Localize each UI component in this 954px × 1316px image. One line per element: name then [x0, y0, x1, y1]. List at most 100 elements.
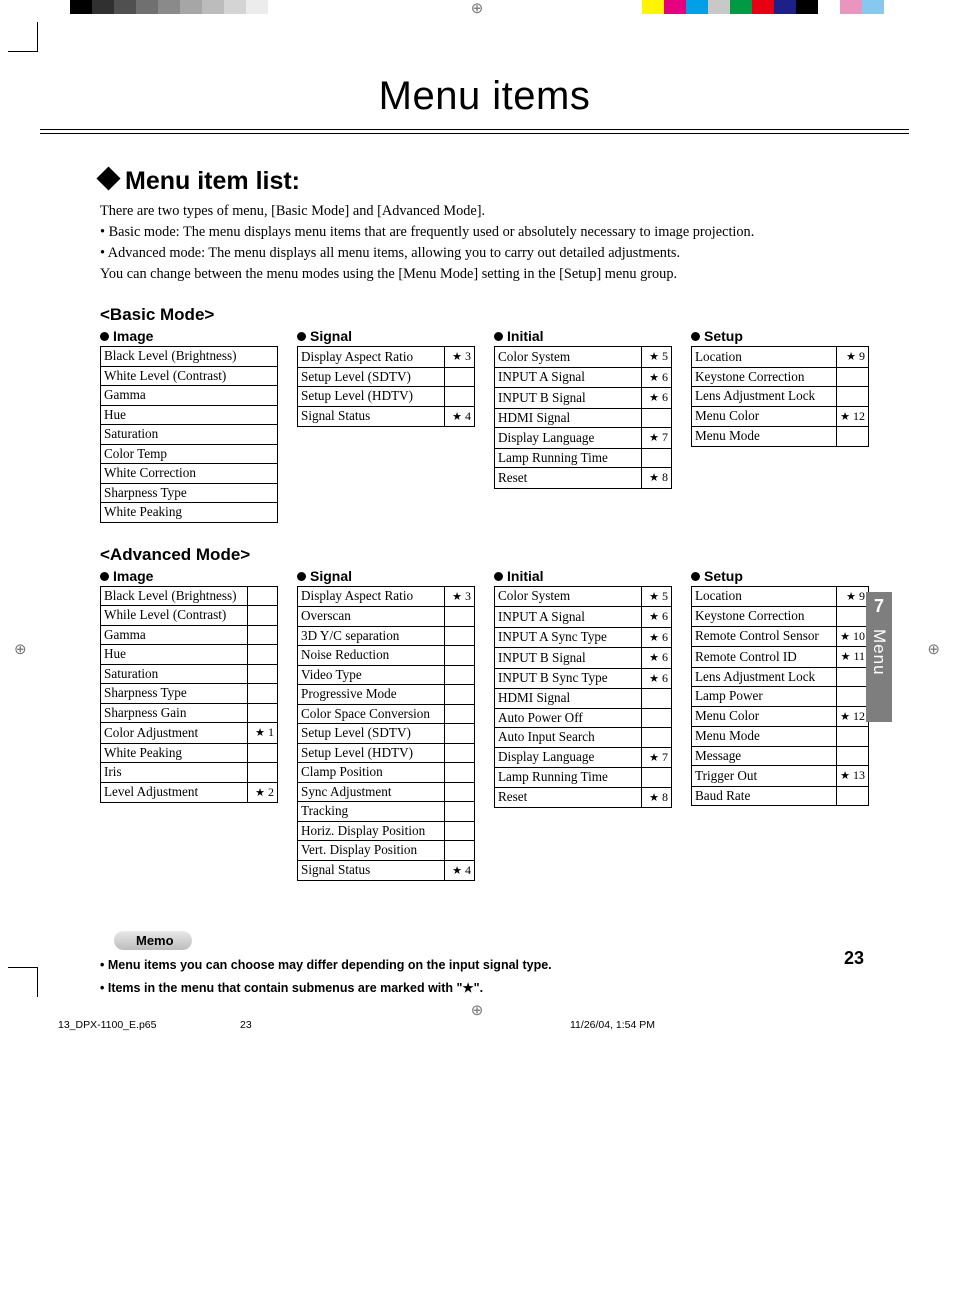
submenu-mark: [837, 367, 869, 387]
submenu-mark: [445, 743, 475, 763]
menu-item-label: Progressive Mode: [298, 685, 445, 705]
memo-line: • Menu items you can choose may differ d…: [100, 958, 869, 972]
menu-item-label: Trigger Out: [692, 766, 837, 787]
menu-item-label: Menu Color: [692, 706, 837, 727]
submenu-mark: [837, 786, 869, 806]
color-swatch: [246, 0, 268, 14]
menu-item-label: Gamma: [101, 386, 278, 406]
submenu-mark: ★ 12: [837, 406, 869, 427]
table-row: INPUT B Sync Type★ 6: [495, 668, 672, 689]
menu-item-label: HDMI Signal: [495, 689, 642, 709]
table-row: Reset★ 8: [495, 468, 672, 489]
submenu-mark: [642, 448, 672, 468]
table-row: White Level (Contrast): [101, 366, 278, 386]
submenu-mark: [837, 387, 869, 407]
color-swatch: [114, 0, 136, 14]
table-row: Black Level (Brightness): [101, 347, 278, 367]
memo-line: • Items in the menu that contain submenu…: [100, 980, 869, 995]
menu-item-label: Saturation: [101, 664, 248, 684]
table-row: Menu Mode: [692, 727, 869, 747]
menu-item-label: Horiz. Display Position: [298, 821, 445, 841]
submenu-mark: [445, 763, 475, 783]
group-heading: Signal: [297, 568, 475, 584]
table-row: Sharpness Gain: [101, 703, 278, 723]
submenu-mark: ★ 7: [642, 428, 672, 449]
menu-item-label: Video Type: [298, 665, 445, 685]
menu-item-label: Setup Level (SDTV): [298, 724, 445, 744]
table-row: Sharpness Type: [101, 483, 278, 503]
basic-mode-heading: <Basic Mode>: [100, 305, 869, 325]
menu-item-label: Lamp Running Time: [495, 448, 642, 468]
menu-item-label: Location: [692, 586, 837, 607]
table-row: Clamp Position: [298, 763, 475, 783]
bullet-icon: [297, 572, 306, 581]
menu-group: Image Black Level (Brightness)White Level…: [100, 328, 278, 523]
table-row: Color Temp: [101, 444, 278, 464]
table-row: INPUT B Signal★ 6: [495, 648, 672, 669]
table-row: Black Level (Brightness): [101, 586, 278, 606]
menu-item-label: Display Aspect Ratio: [298, 586, 445, 607]
submenu-mark: [445, 724, 475, 744]
table-row: Keystone Correction: [692, 607, 869, 627]
color-swatch: [224, 0, 246, 14]
chapter-tab: 7 Menu: [866, 592, 892, 722]
submenu-mark: ★ 5: [642, 347, 672, 368]
submenu-mark: [837, 687, 869, 707]
table-row: Iris: [101, 763, 278, 783]
menu-item-label: Color Temp: [101, 444, 278, 464]
color-swatch: [92, 0, 114, 14]
submenu-mark: [445, 665, 475, 685]
menu-group: SetupLocation★ 9Keystone CorrectionRemot…: [691, 568, 869, 807]
table-row: Horiz. Display Position: [298, 821, 475, 841]
submenu-mark: [248, 625, 278, 645]
color-swatch: [180, 0, 202, 14]
bullet-icon: [494, 332, 503, 341]
menu-item-label: White Correction: [101, 464, 278, 484]
table-row: Display Aspect Ratio★ 3: [298, 347, 475, 368]
menu-item-label: White Peaking: [101, 503, 278, 523]
menu-item-label: Keystone Correction: [692, 607, 837, 627]
menu-item-label: Hue: [101, 405, 278, 425]
color-swatch: [664, 0, 686, 14]
menu-item-label: Color Space Conversion: [298, 704, 445, 724]
menu-item-label: INPUT A Sync Type: [495, 627, 642, 648]
submenu-mark: [445, 607, 475, 627]
submenu-mark: [445, 626, 475, 646]
table-row: Tracking: [298, 802, 475, 822]
section-heading: Menu item list:: [100, 167, 869, 196]
table-row: HDMI Signal: [495, 408, 672, 428]
submenu-mark: ★ 3: [445, 586, 475, 607]
table-row: Setup Level (SDTV): [298, 724, 475, 744]
menu-item-label: Black Level (Brightness): [101, 586, 248, 606]
menu-item-label: Saturation: [101, 425, 278, 445]
color-swatch: [642, 0, 664, 14]
chapter-number: 7: [866, 596, 892, 617]
table-row: Display Aspect Ratio★ 3: [298, 586, 475, 607]
submenu-mark: [248, 703, 278, 723]
table-row: Color Adjustment★ 1: [101, 723, 278, 744]
table-row: Location★ 9: [692, 347, 869, 368]
submenu-mark: ★ 8: [642, 787, 672, 808]
group-heading: Setup: [691, 328, 869, 344]
table-row: Keystone Correction: [692, 367, 869, 387]
submenu-mark: [445, 387, 475, 407]
table-row: Remote Control ID★ 11: [692, 647, 869, 668]
submenu-mark: [837, 607, 869, 627]
submenu-mark: ★ 6: [642, 607, 672, 628]
table-row: Menu Color★ 12: [692, 706, 869, 727]
submenu-mark: ★ 6: [642, 367, 672, 388]
menu-item-label: Reset: [495, 787, 642, 808]
submenu-mark: ★ 3: [445, 347, 475, 368]
menu-item-label: Hue: [101, 645, 248, 665]
table-row: White Peaking: [101, 503, 278, 523]
menu-item-label: Setup Level (HDTV): [298, 387, 445, 407]
menu-item-table: Black Level (Brightness)White Level (Con…: [100, 346, 278, 523]
group-heading: Image: [100, 328, 278, 344]
submenu-mark: ★ 9: [837, 586, 869, 607]
color-swatch: [796, 0, 818, 14]
table-row: 3D Y/C separation: [298, 626, 475, 646]
submenu-mark: [248, 743, 278, 763]
submenu-mark: ★ 6: [642, 627, 672, 648]
submenu-mark: [837, 427, 869, 447]
menu-item-label: Clamp Position: [298, 763, 445, 783]
